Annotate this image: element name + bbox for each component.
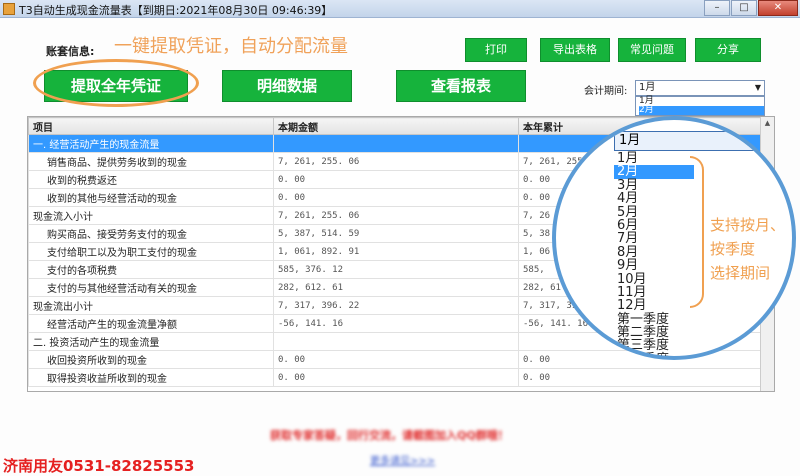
chevron-down-icon[interactable]: ▼ [755, 81, 761, 95]
period-option[interactable]: 11月 [614, 286, 694, 300]
footer-link[interactable]: 更多请见>>> [370, 452, 435, 467]
title-bar: T3自动生成现金流量表【到期日:2021年08月30日 09:46:39】 – … [0, 0, 800, 18]
cell-current: 0. 00 [273, 170, 519, 189]
watermark-text: 济南用友0531-82825553 [3, 457, 195, 475]
cell-ytd: 0. 00 [518, 368, 774, 387]
account-info-label: 账套信息: [46, 45, 95, 58]
period-option[interactable]: 8月 [614, 245, 694, 259]
cell-current: 7, 261, 255. 06 [273, 152, 519, 171]
window-title: T3自动生成现金流量表【到期日:2021年08月30日 09:46:39】 [19, 4, 333, 17]
period-option[interactable]: 第三季度 [614, 339, 694, 353]
cell-current: 282, 612. 61 [273, 278, 519, 297]
cell-current: 0. 00 [273, 350, 519, 369]
period-option[interactable]: 3月 [614, 178, 694, 192]
cell-current: -56, 141. 16 [273, 314, 519, 333]
magnified-dropdown-callout: 1月 1月 2月 3月 4月 5月 6月 7月 8月 9月 10月 11月 12月 第一季度 第二季度 第三… [552, 116, 796, 360]
cell-item: 二. 投资活动产生的现金流量 [28, 332, 274, 351]
cell-current [273, 332, 519, 351]
print-button[interactable]: 打印 [465, 38, 527, 62]
period-annotation: 支持按月、 按季度 选择期间 [710, 213, 785, 285]
period-select[interactable]: 1月 ▼ [635, 80, 765, 96]
cell-item: 支付给职工以及为职工支付的现金 [28, 242, 274, 261]
period-option[interactable]: 2月 [614, 165, 694, 179]
view-report-button[interactable]: 查看报表 [396, 70, 526, 102]
period-option[interactable]: 1月 [614, 152, 694, 166]
period-dropdown-list: 1月 2月 [635, 96, 765, 116]
period-option[interactable]: 10月 [614, 272, 694, 286]
cell-item: 现金流出小计 [28, 296, 274, 315]
export-table-button[interactable]: 导出表格 [540, 38, 610, 62]
period-option[interactable]: 2月 [639, 106, 764, 115]
cell-current: 7, 261, 255. 06 [273, 206, 519, 225]
cell-current: 1, 061, 892. 91 [273, 242, 519, 261]
column-header-item[interactable]: 项目 [28, 117, 274, 135]
magnified-period-options: 1月 2月 3月 4月 5月 6月 7月 8月 9月 10月 11月 12月 第一季度 第二季度 第三季度第… [614, 152, 694, 356]
promo-slogan: 一键提取凭证，自动分配流量 [114, 36, 348, 57]
close-button[interactable]: ✕ [758, 0, 798, 16]
table-row[interactable]: 取得投资收益所收到的现金 0. 00 0. 00 [28, 368, 774, 387]
period-option[interactable]: 9月 [614, 259, 694, 273]
cell-item: 支付的与其他经营活动有关的现金 [28, 278, 274, 297]
footer-notice: 获取专家答疑，回行交流，请截图加入QQ群哦！ [270, 429, 509, 442]
period-selected-value: 1月 [639, 82, 656, 93]
magnified-period-select: 1月 [614, 131, 782, 151]
maximize-button[interactable]: □ [731, 0, 757, 16]
scroll-up-icon[interactable]: ▲ [761, 117, 774, 129]
period-option[interactable]: 12月 [614, 299, 694, 313]
cell-item: 经营活动产生的现金流量净额 [28, 314, 274, 333]
cell-item: 收到的税费返还 [28, 170, 274, 189]
cell-item: 取得投资收益所收到的现金 [28, 368, 274, 387]
period-option[interactable]: 5月 [614, 205, 694, 219]
period-option[interactable]: 6月 [614, 219, 694, 233]
cell-item: 现金流入小计 [28, 206, 274, 225]
detail-data-button[interactable]: 明细数据 [222, 70, 352, 102]
period-option[interactable]: 4月 [614, 192, 694, 206]
cell-current: 585, 376. 12 [273, 260, 519, 279]
cell-current [273, 134, 519, 153]
cell-current: 7, 317, 396. 22 [273, 296, 519, 315]
cell-item: 购买商品、接受劳务支付的现金 [28, 224, 274, 243]
column-header-current[interactable]: 本期金额 [273, 117, 519, 135]
cell-item: 一. 经营活动产生的现金流量 [28, 134, 274, 153]
cell-item: 收回投资所收到的现金 [28, 350, 274, 369]
annotation-line: 选择期间 [710, 264, 771, 282]
share-button[interactable]: 分享 [695, 38, 761, 62]
period-option[interactable]: 7月 [614, 232, 694, 246]
annotation-line: 支持按月、 [710, 216, 786, 234]
app-icon [3, 3, 15, 15]
faq-button[interactable]: 常见问题 [618, 38, 686, 62]
cell-current: 0. 00 [273, 188, 519, 207]
highlight-oval [33, 59, 199, 107]
cell-item: 销售商品、提供劳务收到的现金 [28, 152, 274, 171]
cell-item: 收到的其他与经营活动的现金 [28, 188, 274, 207]
period-label: 会计期间: [584, 86, 628, 97]
minimize-button[interactable]: – [704, 0, 730, 16]
cell-current: 5, 387, 514. 59 [273, 224, 519, 243]
cell-item: 支付的各项税费 [28, 260, 274, 279]
annotation-line: 按季度 [710, 240, 756, 258]
window-controls: – □ ✕ [704, 0, 798, 16]
annotation-brace [690, 156, 704, 308]
cell-current: 0. 00 [273, 368, 519, 387]
